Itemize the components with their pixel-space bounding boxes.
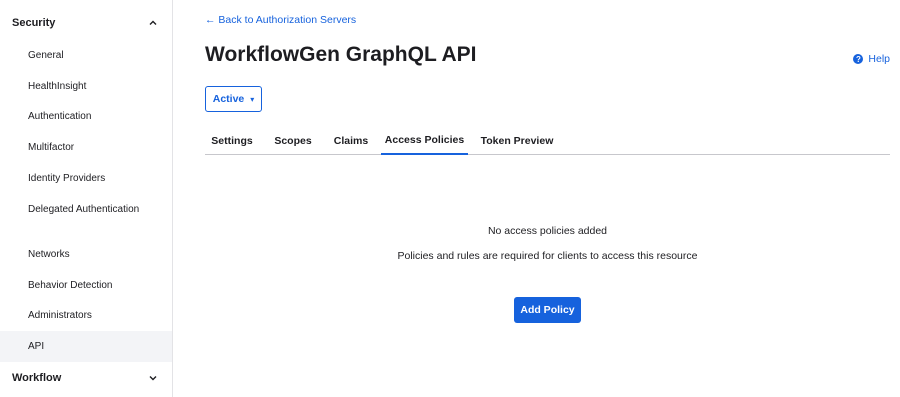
sidebar-item-label: Networks — [28, 249, 70, 260]
tab-label: Token Preview — [480, 135, 554, 147]
status-label: Active — [212, 93, 245, 105]
sidebar-item-api[interactable]: API — [0, 331, 172, 362]
tab-access-policies[interactable]: Access Policies — [381, 127, 468, 155]
sidebar-item-label: Delegated Authentication — [28, 204, 140, 215]
sidebar-item-label: Administrators — [28, 310, 92, 321]
caret-down-icon: ▾ — [250, 94, 255, 104]
sidebar-item-general[interactable]: General — [0, 48, 172, 63]
tab-bar: Settings Scopes Claims Access Policies T… — [205, 127, 890, 155]
sidebar-item-administrators[interactable]: Administrators — [0, 308, 172, 323]
sidebar-item-label: Identity Providers — [28, 173, 106, 184]
sidebar-item-behavior-detection[interactable]: Behavior Detection — [0, 278, 172, 293]
back-to-authorization-servers-link[interactable]: ← Back to Authorization Servers — [205, 14, 356, 26]
tab-settings[interactable]: Settings — [205, 127, 259, 155]
tab-label: Settings — [211, 135, 253, 147]
question-circle-icon: ? — [853, 54, 864, 64]
help-link[interactable]: ? Help — [853, 53, 890, 65]
tab-claims[interactable]: Claims — [327, 127, 375, 155]
tab-label: Scopes — [274, 135, 312, 147]
add-policy-button[interactable]: Add Policy — [514, 297, 581, 323]
sidebar-section-workflow[interactable]: Workflow — [0, 363, 172, 393]
tab-token-preview[interactable]: Token Preview — [480, 127, 554, 155]
main-content: ← Back to Authorization Servers Workflow… — [174, 0, 900, 397]
empty-state-title: No access policies added — [487, 225, 608, 237]
tab-label: Claims — [333, 135, 369, 147]
status-dropdown[interactable]: Active ▾ — [205, 86, 262, 112]
sidebar-item-label: Multifactor — [28, 142, 75, 153]
empty-state-subtitle: Policies and rules are required for clie… — [397, 250, 698, 262]
sidebar-section-security[interactable]: Security — [0, 8, 172, 38]
sidebar-item-label: API — [28, 341, 45, 352]
sidebar-item-authentication[interactable]: Authentication — [0, 109, 172, 124]
sidebar-section-label: Security — [12, 17, 56, 29]
sidebar-item-multifactor[interactable]: Multifactor — [0, 140, 172, 155]
sidebar-section-label: Workflow — [12, 372, 62, 384]
sidebar-item-label: General — [28, 50, 64, 61]
sidebar-item-identity-providers[interactable]: Identity Providers — [0, 171, 172, 186]
sidebar-item-label: Authentication — [28, 111, 92, 122]
sidebar-item-label: Behavior Detection — [28, 280, 113, 291]
page-title: WorkflowGen GraphQL API — [205, 43, 477, 66]
chevron-up-icon[interactable] — [148, 18, 158, 28]
tab-label: Access Policies — [384, 134, 465, 146]
sidebar: Security General HealthInsight Authentic… — [0, 0, 173, 397]
sidebar-item-delegated-authentication[interactable]: Delegated Authentication — [0, 202, 150, 232]
chevron-down-icon[interactable] — [148, 373, 158, 383]
help-label: Help — [868, 53, 890, 65]
sidebar-item-healthinsight[interactable]: HealthInsight — [0, 79, 172, 94]
sidebar-item-networks[interactable]: Networks — [0, 247, 172, 262]
tab-scopes[interactable]: Scopes — [268, 127, 318, 155]
sidebar-item-label: HealthInsight — [28, 81, 87, 92]
